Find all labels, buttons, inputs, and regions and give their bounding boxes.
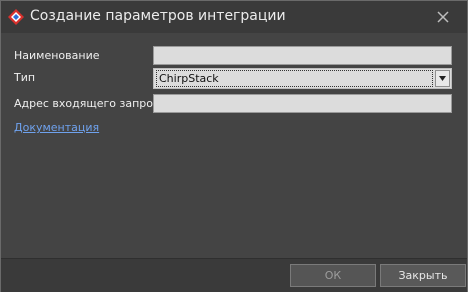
address-input[interactable] xyxy=(153,94,452,113)
button-bar: ОК Закрыть xyxy=(1,258,467,292)
name-label: Наименование xyxy=(14,49,100,62)
app-logo-icon xyxy=(8,9,24,25)
documentation-link[interactable]: Документация xyxy=(14,121,99,134)
type-select[interactable]: ChirpStack xyxy=(153,68,452,89)
title-bar: Создание параметров интеграции xyxy=(1,1,467,33)
type-select-value: ChirpStack xyxy=(156,70,433,87)
chevron-down-icon xyxy=(439,76,446,81)
form-area: Наименование Тип ChirpStack Адрес входящ… xyxy=(1,33,467,258)
dialog-window: Создание параметров интеграции Наименова… xyxy=(0,0,468,292)
close-icon[interactable] xyxy=(434,8,452,26)
name-input[interactable] xyxy=(153,46,452,65)
ok-button[interactable]: ОК xyxy=(290,264,376,287)
dialog-title: Создание параметров интеграции xyxy=(30,8,286,24)
dropdown-button[interactable] xyxy=(435,70,450,87)
address-label: Адрес входящего запроса xyxy=(14,97,166,110)
close-button[interactable]: Закрыть xyxy=(380,264,466,287)
type-label: Тип xyxy=(14,71,36,84)
